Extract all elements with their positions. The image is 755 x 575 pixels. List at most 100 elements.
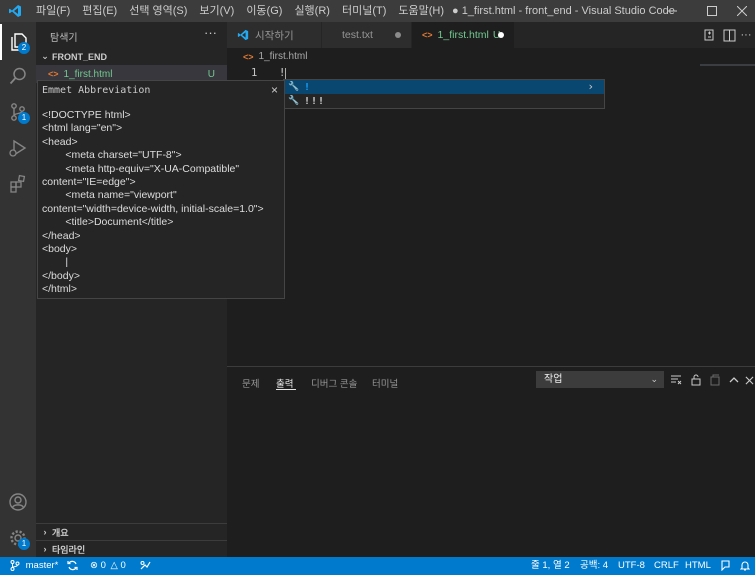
tab-1-first-html[interactable]: <> 1_first.html U: [412, 22, 515, 48]
source-control-badge: 1: [18, 112, 30, 124]
menu-view[interactable]: 보기(V): [193, 0, 240, 22]
indentation[interactable]: 공백: 4: [580, 557, 608, 575]
output-channel-select[interactable]: 작업 ⌄: [536, 371, 664, 388]
files-badge: 2: [18, 42, 30, 54]
tab-problems[interactable]: 문제: [242, 376, 259, 390]
close-window-button[interactable]: [727, 0, 755, 22]
error-count: 0: [100, 560, 106, 571]
html-file-icon: <>: [243, 51, 254, 62]
open-log-icon: [708, 373, 722, 387]
editor-tabs: 시작하기 test.txt <> 1_first.html U ···: [227, 22, 755, 48]
tab-test-txt[interactable]: test.txt: [322, 22, 412, 48]
tab-terminal[interactable]: 터미널: [372, 376, 398, 390]
maximize-button[interactable]: [697, 0, 727, 22]
settings-badge: 1: [18, 538, 30, 550]
wrench-icon: 🔧: [288, 96, 300, 106]
menu-edit[interactable]: 편집(E): [76, 0, 123, 22]
vscode-icon: [237, 29, 249, 41]
html-file-icon: <>: [48, 69, 59, 79]
emmet-preview-code: <!DOCTYPE html> <html lang="en"> <head> …: [42, 109, 264, 296]
unsaved-dot-icon[interactable]: [395, 32, 401, 38]
title-bar: 파일(F) 편집(E) 선택 영역(S) 보기(V) 이동(G) 실행(R) 터…: [0, 0, 755, 22]
chevron-down-icon: ⌄: [650, 374, 658, 384]
file-name: 1_first.html: [63, 68, 113, 80]
search-icon[interactable]: [0, 58, 36, 94]
error-icon: ⊗: [90, 560, 98, 571]
branch-indicator[interactable]: master*: [10, 557, 58, 575]
warning-icon: △: [110, 560, 118, 571]
emmet-abbreviation-details: Emmet Abbreviation × <!DOCTYPE html> <ht…: [37, 80, 285, 299]
bottom-panel: 문제 출력 디버그 콘솔 터미널 작업 ⌄: [227, 366, 755, 557]
menu-file[interactable]: 파일(F): [30, 0, 76, 22]
tab-label: 1_first.html: [437, 29, 489, 41]
problems-indicator[interactable]: ⊗ 0 △ 0: [90, 557, 126, 575]
end-of-line[interactable]: CRLF: [654, 557, 679, 575]
emmet-title: Emmet Abbreviation: [42, 85, 151, 96]
folder-section-front-end[interactable]: ⌄ FRONT_END: [36, 48, 227, 65]
tab-label: test.txt: [342, 29, 373, 41]
menu-run[interactable]: 실행(R): [288, 0, 336, 22]
more-editor-actions-button[interactable]: ···: [737, 26, 755, 44]
settings-gear-icon[interactable]: 1: [0, 520, 36, 556]
menu-bar: 파일(F) 편집(E) 선택 영역(S) 보기(V) 이동(G) 실행(R) 터…: [30, 0, 450, 22]
chevron-down-icon: ⌄: [41, 51, 49, 61]
folder-name: FRONT_END: [52, 51, 108, 62]
chevron-right-icon: ›: [43, 544, 47, 554]
close-details-icon[interactable]: ×: [271, 83, 278, 97]
files-icon[interactable]: 2: [0, 24, 36, 60]
menu-selection[interactable]: 선택 영역(S): [123, 0, 193, 22]
overview-ruler: [700, 64, 755, 66]
feedback-icon[interactable]: [720, 557, 731, 571]
window-title: ● 1_first.html - front_end - Visual Stud…: [452, 5, 675, 17]
git-branch-icon: [10, 559, 20, 571]
split-editor-icon[interactable]: [720, 26, 738, 44]
suggestion-widget: 🔧 ! › 🔧 !!!: [283, 79, 605, 109]
notifications-bell-icon[interactable]: [740, 557, 750, 571]
lock-scroll-icon[interactable]: [689, 373, 703, 387]
breadcrumb[interactable]: <> 1_first.html: [243, 51, 307, 62]
account-icon[interactable]: [0, 484, 36, 520]
sync-icon[interactable]: [67, 557, 78, 571]
activity-bar: 2 1 1: [0, 22, 36, 557]
untracked-status: U: [207, 68, 215, 80]
vscode-logo-icon: [0, 0, 30, 22]
status-bar: master* ⊗ 0 △ 0 줄 1, 열 2 공백: 4 UTF-8 CRL…: [0, 557, 755, 575]
selected-channel: 작업: [544, 374, 563, 385]
outline-label: 개요: [52, 527, 69, 538]
unsaved-dot-icon[interactable]: [498, 32, 504, 38]
suggestion-item[interactable]: 🔧 !!!: [284, 94, 604, 108]
cursor-position[interactable]: 줄 1, 열 2: [531, 557, 570, 575]
outline-section[interactable]: › 개요: [36, 523, 227, 540]
active-tab-indicator: [276, 389, 296, 390]
menu-go[interactable]: 이동(G): [240, 0, 288, 22]
read-more-chevron-icon[interactable]: ›: [587, 80, 594, 93]
minimize-button[interactable]: [657, 0, 687, 22]
timeline-section[interactable]: › 타임라인: [36, 540, 227, 557]
maximize-panel-icon[interactable]: [727, 373, 741, 387]
explorer-title: 탐색기: [50, 33, 78, 44]
menu-terminal[interactable]: 터미널(T): [336, 0, 392, 22]
menu-help[interactable]: 도움말(H): [392, 0, 450, 22]
html-file-icon: <>: [422, 30, 433, 40]
source-control-icon[interactable]: 1: [0, 94, 36, 130]
language-mode[interactable]: HTML: [685, 557, 711, 575]
breadcrumb-file[interactable]: 1_first.html: [259, 51, 308, 62]
close-panel-icon[interactable]: [742, 373, 755, 387]
clear-output-icon[interactable]: [669, 373, 683, 387]
tab-getting-started[interactable]: 시작하기: [227, 22, 322, 48]
branch-name: master*: [25, 560, 59, 571]
tab-label: 시작하기: [255, 29, 294, 42]
open-changes-icon[interactable]: [700, 26, 718, 44]
encoding[interactable]: UTF-8: [618, 557, 645, 575]
live-share-icon[interactable]: [140, 557, 151, 571]
extensions-icon[interactable]: [0, 166, 36, 202]
run-debug-icon[interactable]: [0, 130, 36, 166]
more-actions-button[interactable]: ···: [204, 25, 217, 40]
line-number: 1: [251, 67, 258, 79]
suggestion-item[interactable]: 🔧 ! ›: [284, 80, 604, 94]
tab-debug-console[interactable]: 디버그 콘솔: [311, 376, 357, 390]
timeline-label: 타임라인: [52, 544, 86, 555]
suggestion-label: !: [304, 81, 311, 93]
tab-output[interactable]: 출력: [276, 376, 293, 390]
chevron-right-icon: ›: [43, 527, 47, 537]
